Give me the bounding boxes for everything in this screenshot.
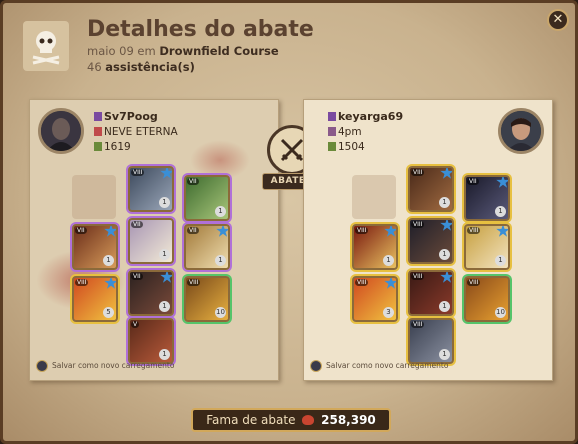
slot-armor[interactable]: VIII 1: [408, 218, 454, 264]
victim-name: keyarga69: [328, 110, 403, 123]
slot-mainhand[interactable]: VIII 1: [352, 224, 398, 270]
page-title: Detalhes do abate: [87, 17, 314, 42]
killer-guild: NEVE ETERNA: [94, 126, 178, 138]
victim-guild: 4pm: [328, 126, 362, 138]
fame-label: Fama de abate: [206, 413, 296, 427]
kill-details-window: ✕ Detalhes do abate maio 09 em Drownfiel…: [0, 0, 578, 444]
slot-shoes[interactable]: VII 1: [128, 270, 174, 316]
slot-offhand[interactable]: VII 1: [184, 224, 230, 270]
killer-save-loadout[interactable]: Salvar como novo carregamento: [36, 360, 174, 372]
slot-head[interactable]: VIII 1: [128, 166, 174, 212]
slot-cape[interactable]: VII 1: [184, 175, 230, 221]
killer-power: 1619: [94, 141, 131, 153]
slot-potion[interactable]: VIII 5: [72, 276, 118, 322]
fame-value: 258,390: [321, 413, 376, 427]
item-power-icon: [328, 142, 336, 151]
slot-shoes[interactable]: VIII 1: [408, 270, 454, 316]
crossed-swords-icon: [280, 138, 304, 162]
slot-potion[interactable]: VIII 3: [352, 276, 398, 322]
close-icon: ✕: [552, 12, 564, 27]
save-loadout-icon: [310, 360, 322, 372]
close-button[interactable]: ✕: [547, 9, 569, 31]
victim-power: 1504: [328, 141, 365, 153]
slot-armor[interactable]: VII 1: [128, 218, 174, 264]
slot-food[interactable]: VIII 10: [464, 276, 510, 322]
assist-label: assistência(s): [105, 60, 195, 74]
slot-head[interactable]: VIII 1: [408, 166, 454, 212]
slot-bag-empty: [72, 175, 116, 219]
slot-mount[interactable]: VIII 1: [408, 318, 454, 364]
slot-offhand[interactable]: VIII 1: [464, 224, 510, 270]
victim-save-loadout[interactable]: Salvar como novo carregamento: [310, 360, 448, 372]
player-icon: [328, 112, 336, 121]
slot-food[interactable]: VIII 10: [184, 276, 230, 322]
victim-panel: keyarga69 4pm 1504 VIII 1 VII 1 VIII 1 VIII…: [303, 99, 553, 381]
slot-mount[interactable]: V1: [128, 318, 174, 364]
assist-count: 46 assistência(s): [87, 60, 195, 74]
assist-number: 46: [87, 60, 102, 74]
slot-bag-empty: [352, 175, 396, 219]
slot-cape[interactable]: VII 1: [464, 175, 510, 221]
guild-icon: [328, 127, 336, 136]
kill-date: maio 09 em: [87, 44, 156, 58]
item-power-icon: [94, 142, 102, 151]
slot-mainhand[interactable]: VII 1: [72, 224, 118, 270]
killer-avatar: [38, 108, 84, 154]
fame-icon: [302, 415, 315, 425]
victim-avatar: [498, 108, 544, 154]
player-icon: [94, 112, 102, 121]
kill-fame-bar: Fama de abate 258,390: [191, 408, 391, 432]
killer-name: Sv7Poog: [94, 110, 158, 123]
killer-panel: Sv7Poog NEVE ETERNA 1619 VIII 1 VII 1 VII 1…: [29, 99, 279, 381]
skull-badge: [23, 21, 69, 71]
save-loadout-icon: [36, 360, 48, 372]
guild-icon: [94, 127, 102, 136]
kill-date-location: maio 09 em Drownfield Course: [87, 44, 279, 58]
skull-icon: [32, 31, 60, 65]
kill-location: Drownfield Course: [159, 44, 279, 58]
